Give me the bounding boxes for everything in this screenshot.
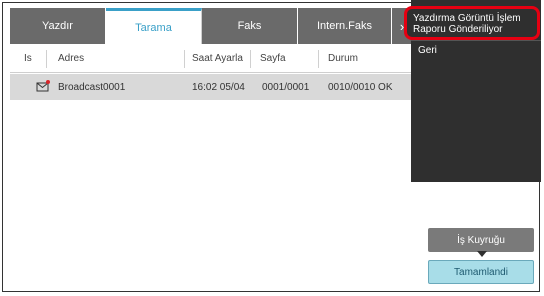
tab-faks[interactable]: Faks [202, 8, 298, 44]
tab-bar: Yazdır Tarama Faks Intern.Faks › [10, 8, 412, 44]
send-print-report-item[interactable]: Yazdırma Görüntü İşlem Raporu Gönderiliy… [404, 6, 540, 40]
job-queue-button[interactable]: İş Kuyruğu [428, 228, 534, 252]
tab-intern-faks[interactable]: Intern.Faks [298, 8, 392, 44]
table-row[interactable]: Broadcast0001 16:02 05/04 0001/0001 0010… [10, 74, 412, 100]
column-divider [184, 50, 185, 68]
job-list: Is Adres Saat Ayarla Sayfa Durum Broadca… [10, 44, 412, 284]
row-sayfa: 0001/0001 [262, 82, 310, 93]
header-is: Is [24, 53, 32, 64]
row-durum: 0010/0010 OK [328, 82, 393, 93]
tab-yazdir[interactable]: Yazdır [10, 8, 106, 44]
header-adres: Adres [58, 53, 85, 64]
back-item[interactable]: Geri [418, 45, 437, 56]
table-header: Is Adres Saat Ayarla Sayfa Durum [10, 44, 412, 73]
column-divider [250, 50, 251, 68]
header-sayfa: Sayfa [260, 53, 286, 64]
row-saat: 16:02 05/04 [192, 82, 245, 93]
column-divider [46, 50, 47, 68]
row-adres: Broadcast0001 [58, 82, 126, 93]
column-divider [318, 50, 319, 68]
caret-down-icon [477, 251, 487, 257]
header-saat: Saat Ayarla [192, 53, 243, 64]
menu-divider [411, 40, 541, 41]
header-durum: Durum [328, 53, 359, 64]
completed-button[interactable]: Tamamlandi [428, 260, 534, 284]
tab-tarama[interactable]: Tarama [106, 8, 202, 44]
envelope-icon [36, 80, 50, 92]
